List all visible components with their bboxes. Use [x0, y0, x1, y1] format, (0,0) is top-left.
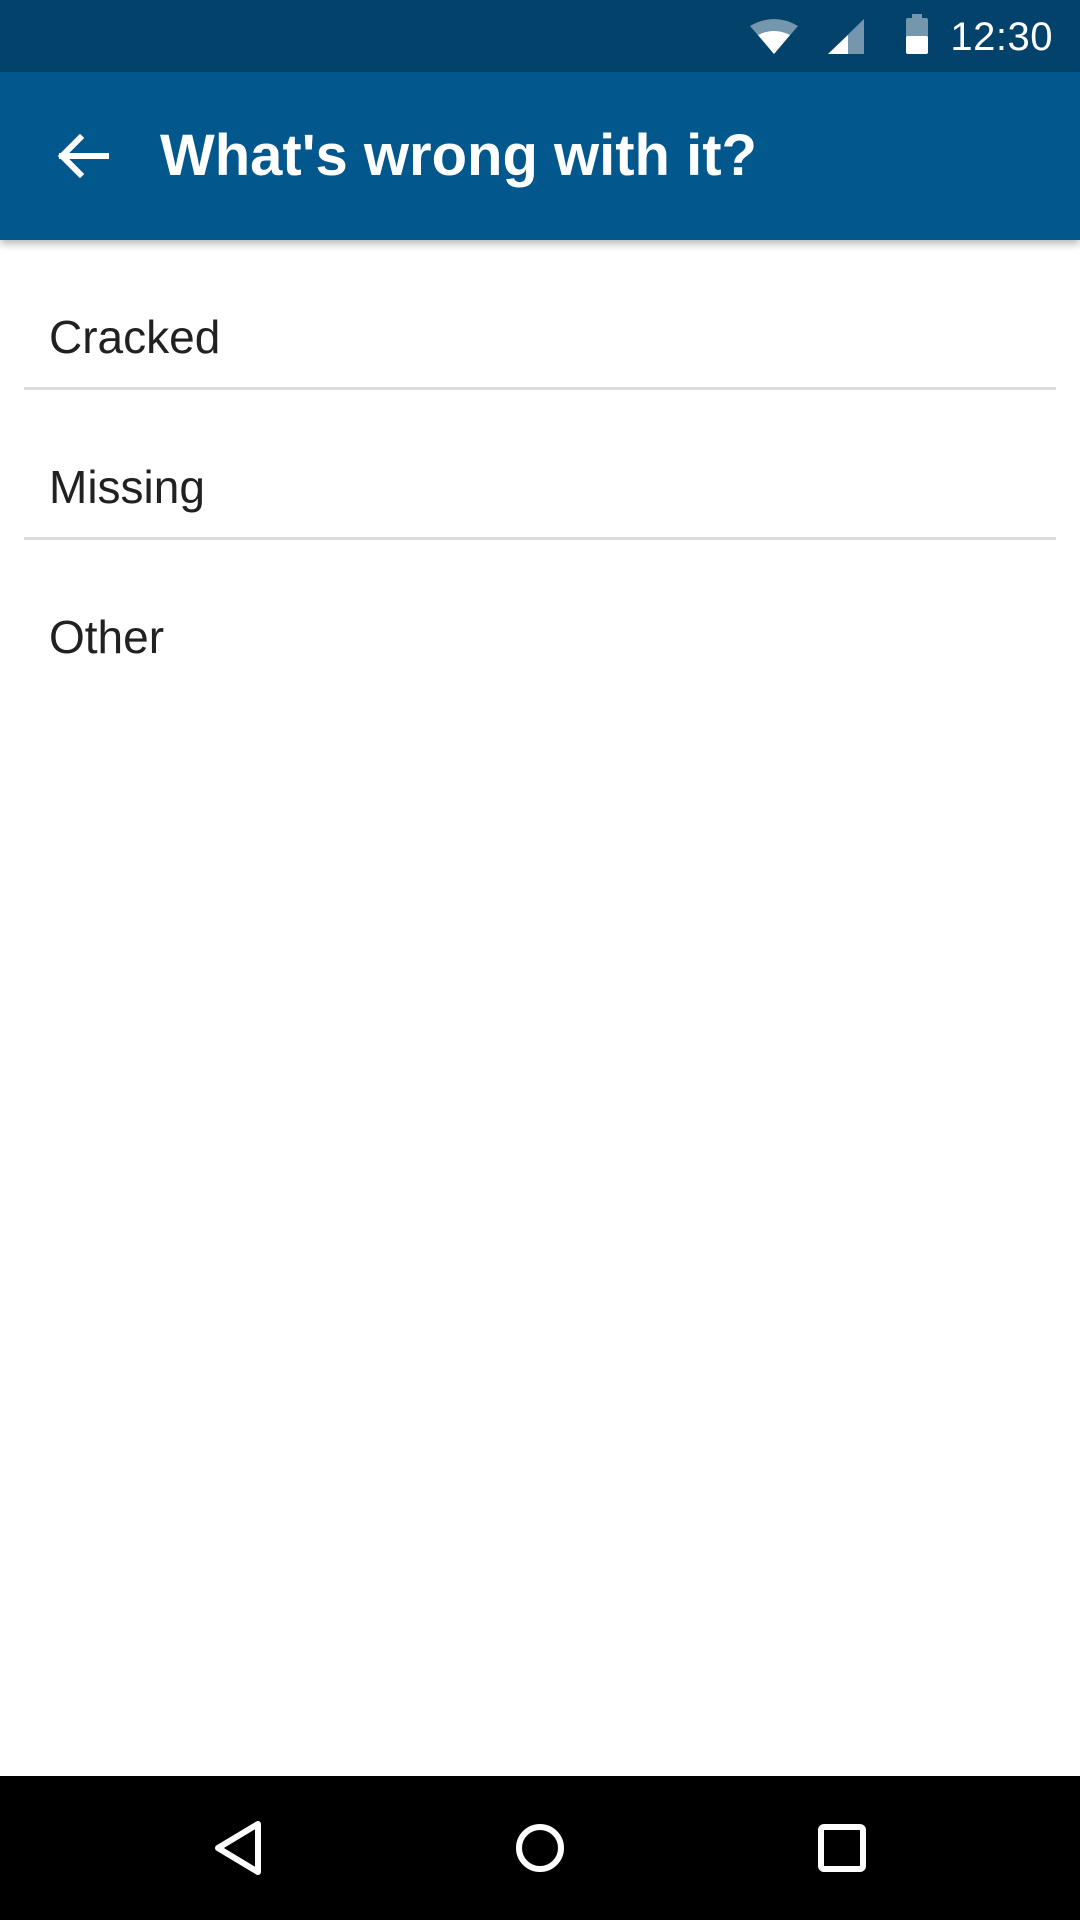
arrow-back-icon — [57, 133, 109, 179]
list-item-label: Missing — [49, 461, 205, 513]
list-item-missing[interactable]: Missing — [0, 390, 1080, 540]
navigation-bar — [0, 1776, 1080, 1920]
nav-home-button[interactable] — [468, 1776, 612, 1920]
issue-list: Cracked Missing Other — [0, 240, 1080, 690]
page-title: What's wrong with it? — [160, 123, 757, 188]
list-item-label: Other — [49, 611, 165, 663]
recents-square-icon — [818, 1824, 866, 1872]
back-button[interactable] — [36, 108, 132, 204]
battery-icon — [906, 14, 928, 54]
home-circle-icon — [516, 1824, 564, 1872]
cellular-signal-icon — [828, 19, 864, 54]
wifi-icon — [750, 19, 798, 54]
back-triangle-icon — [215, 1821, 261, 1875]
list-item-cracked[interactable]: Cracked — [0, 240, 1080, 390]
status-bar: 12:30 — [0, 0, 1080, 72]
list-item-label: Cracked — [49, 311, 221, 363]
nav-recents-button[interactable] — [770, 1776, 914, 1920]
nav-back-button[interactable] — [168, 1776, 312, 1920]
app-bar: What's wrong with it? — [0, 72, 1080, 240]
list-item-other[interactable]: Other — [0, 540, 1080, 690]
status-time: 12:30 — [950, 15, 1053, 59]
